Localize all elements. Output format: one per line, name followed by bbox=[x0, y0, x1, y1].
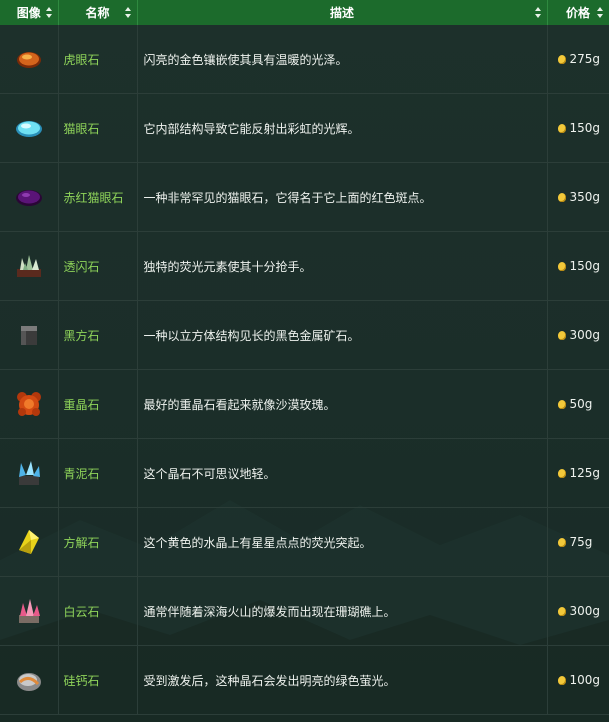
price-value: 150g bbox=[569, 259, 601, 273]
mineral-image-cell bbox=[0, 507, 59, 577]
gold-coin-icon bbox=[557, 55, 566, 64]
mineral-description: 这个黄色的水晶上有星星点点的荧光突起。 bbox=[137, 507, 548, 577]
mineral-image-cell bbox=[0, 93, 59, 163]
mineral-image-cell bbox=[0, 645, 59, 715]
gold-coin-icon bbox=[557, 262, 566, 271]
mineral-description: 最好的重晶石看起来就像沙漠玫瑰。 bbox=[137, 369, 548, 439]
sort-icon[interactable] bbox=[596, 7, 603, 18]
mineral-price: 275g bbox=[547, 25, 609, 94]
price-value: 300g bbox=[569, 328, 601, 342]
mineral-description: 这个晶石不可思议地轻。 bbox=[137, 438, 548, 508]
baryte-icon bbox=[16, 392, 41, 416]
gold-coin-icon bbox=[557, 538, 566, 547]
obsidian-cube-icon bbox=[20, 326, 37, 345]
mineral-image-cell bbox=[0, 438, 59, 508]
gold-coin-icon bbox=[557, 331, 566, 340]
mineral-name[interactable]: 透闪石 bbox=[58, 231, 138, 301]
mineral-name[interactable]: 重晶石 bbox=[58, 369, 138, 439]
gold-coin-icon bbox=[557, 124, 566, 133]
price-value: 75g bbox=[569, 535, 593, 549]
mineral-price: 100g bbox=[547, 645, 609, 715]
table-row: 透闪石 独特的荧光元素使其十分抢手。 150g bbox=[0, 231, 609, 301]
fluorapatite-icon bbox=[16, 255, 41, 277]
mineral-name[interactable]: 虎眼石 bbox=[58, 25, 138, 94]
mineral-price: 300g bbox=[547, 576, 609, 646]
table-row: 青泥石 这个晶石不可思议地轻。 125g bbox=[0, 438, 609, 508]
minerals-table: 图像 名称 描述 价格 虎眼石 闪亮的金色镶嵌使其具有温暖的光泽。 275g 猫… bbox=[0, 0, 609, 715]
table-header-row: 图像 名称 描述 价格 bbox=[0, 0, 609, 25]
esperite-icon bbox=[16, 673, 41, 691]
mineral-image-cell bbox=[0, 25, 59, 94]
price-value: 50g bbox=[569, 397, 593, 411]
mineral-name[interactable]: 硅钙石 bbox=[58, 645, 138, 715]
gold-coin-icon bbox=[557, 193, 566, 202]
column-header-name-label: 名称 bbox=[85, 6, 110, 20]
column-header-name[interactable]: 名称 bbox=[58, 0, 138, 25]
aerinite-icon bbox=[18, 599, 40, 623]
price-value: 300g bbox=[569, 604, 601, 618]
column-header-description[interactable]: 描述 bbox=[137, 0, 548, 25]
table-row: 重晶石 最好的重晶石看起来就像沙漠玫瑰。 50g bbox=[0, 369, 609, 439]
mineral-description: 通常伴随着深海火山的爆发而出现在珊瑚礁上。 bbox=[137, 576, 548, 646]
mineral-price: 350g bbox=[547, 162, 609, 232]
mineral-description: 一种非常罕见的猫眼石，它得名于它上面的红色斑点。 bbox=[137, 162, 548, 232]
table-row: 猫眼石 它内部结构导致它能反射出彩虹的光辉。 150g bbox=[0, 93, 609, 163]
price-value: 125g bbox=[569, 466, 601, 480]
fire-opal-icon bbox=[15, 190, 42, 206]
column-header-price[interactable]: 价格 bbox=[547, 0, 609, 25]
price-value: 275g bbox=[569, 52, 601, 66]
minerals-table-page: 图像 名称 描述 价格 虎眼石 闪亮的金色镶嵌使其具有温暖的光泽。 275g 猫… bbox=[0, 0, 609, 722]
mineral-price: 150g bbox=[547, 231, 609, 301]
mineral-name[interactable]: 青泥石 bbox=[58, 438, 138, 508]
gold-coin-icon bbox=[557, 607, 566, 616]
mineral-price: 150g bbox=[547, 93, 609, 163]
mineral-image-cell bbox=[0, 231, 59, 301]
sort-icon[interactable] bbox=[124, 7, 131, 18]
price-value: 150g bbox=[569, 121, 601, 135]
mineral-description: 它内部结构导致它能反射出彩虹的光辉。 bbox=[137, 93, 548, 163]
column-header-image-label: 图像 bbox=[16, 6, 41, 20]
price-value: 100g bbox=[569, 673, 601, 687]
table-row: 白云石 通常伴随着深海火山的爆发而出现在珊瑚礁上。 300g bbox=[0, 576, 609, 646]
gold-coin-icon bbox=[557, 676, 566, 685]
mineral-price: 125g bbox=[547, 438, 609, 508]
gold-coin-icon bbox=[557, 469, 566, 478]
mineral-image-cell bbox=[0, 300, 59, 370]
sort-icon[interactable] bbox=[534, 7, 541, 18]
table-row: 赤红猫眼石 一种非常罕见的猫眼石，它得名于它上面的红色斑点。 350g bbox=[0, 162, 609, 232]
mineral-name[interactable]: 白云石 bbox=[58, 576, 138, 646]
mineral-image-cell bbox=[0, 369, 59, 439]
tigers-eye-icon bbox=[16, 52, 41, 68]
mineral-price: 300g bbox=[547, 300, 609, 370]
mineral-price: 75g bbox=[547, 507, 609, 577]
mineral-name[interactable]: 赤红猫眼石 bbox=[58, 162, 138, 232]
mineral-name[interactable]: 方解石 bbox=[58, 507, 138, 577]
price-value: 350g bbox=[569, 190, 601, 204]
table-row: 虎眼石 闪亮的金色镶嵌使其具有温暖的光泽。 275g bbox=[0, 25, 609, 94]
mineral-price: 50g bbox=[547, 369, 609, 439]
mineral-name[interactable]: 黑方石 bbox=[58, 300, 138, 370]
table-row: 黑方石 一种以立方体结构见长的黑色金属矿石。 300g bbox=[0, 300, 609, 370]
celestine-icon bbox=[18, 461, 40, 485]
mineral-description: 独特的荧光元素使其十分抢手。 bbox=[137, 231, 548, 301]
mineral-image-cell bbox=[0, 162, 59, 232]
column-header-image[interactable]: 图像 bbox=[0, 0, 59, 25]
column-header-description-label: 描述 bbox=[329, 6, 354, 20]
mineral-description: 一种以立方体结构见长的黑色金属矿石。 bbox=[137, 300, 548, 370]
gold-coin-icon bbox=[557, 400, 566, 409]
mineral-name[interactable]: 猫眼石 bbox=[58, 93, 138, 163]
column-header-price-label: 价格 bbox=[565, 6, 590, 20]
calcite-icon bbox=[18, 530, 39, 554]
mineral-description: 受到激发后，这种晶石会发出明亮的绿色萤光。 bbox=[137, 645, 548, 715]
mineral-description: 闪亮的金色镶嵌使其具有温暖的光泽。 bbox=[137, 25, 548, 94]
mineral-image-cell bbox=[0, 576, 59, 646]
sort-icon[interactable] bbox=[45, 7, 52, 18]
table-row: 方解石 这个黄色的水晶上有星星点点的荧光突起。 75g bbox=[0, 507, 609, 577]
table-row: 硅钙石 受到激发后，这种晶石会发出明亮的绿色萤光。 100g bbox=[0, 645, 609, 715]
opal-icon bbox=[15, 121, 42, 137]
